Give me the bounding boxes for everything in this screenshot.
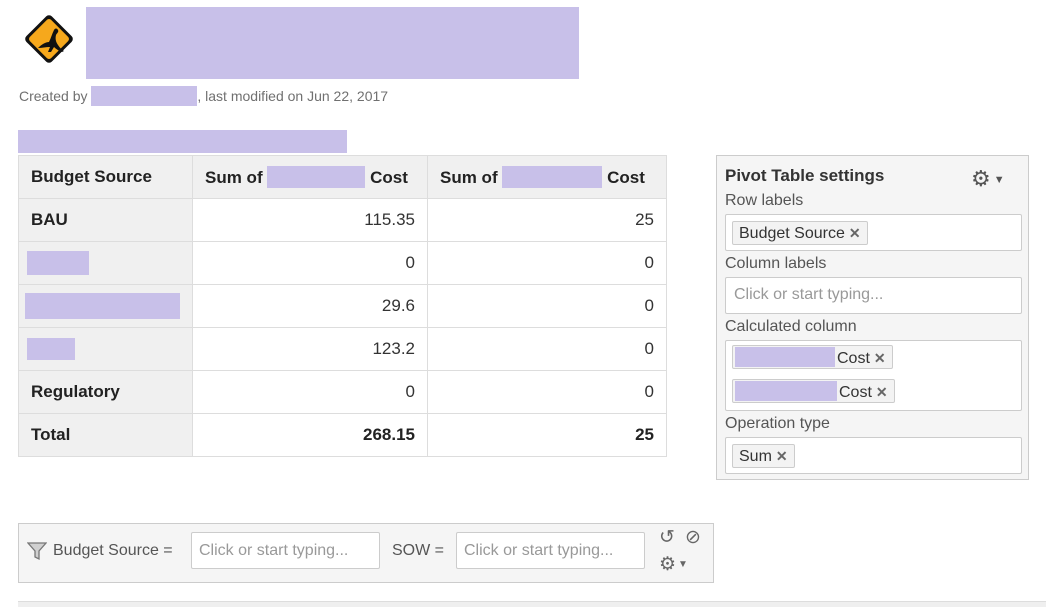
- row-label-redacted: [18, 327, 193, 371]
- header-redacted: [502, 166, 603, 188]
- total-row: Total 268.15 25: [18, 413, 667, 457]
- header-budget-source[interactable]: Budget Source: [18, 155, 193, 199]
- table-row: 123.2 0: [18, 327, 667, 371]
- row-label: BAU: [18, 198, 193, 242]
- chevron-down-icon: ▼: [993, 174, 1005, 186]
- byline: Created by , last modified on Jun 22, 20…: [19, 86, 388, 106]
- table-row: 0 0: [18, 241, 667, 285]
- cell-value: 0: [427, 284, 667, 328]
- header-sum-cost-1[interactable]: Sum of Cost: [192, 155, 428, 199]
- remove-icon[interactable]: ✕: [874, 350, 886, 366]
- header-cost-label: Cost: [370, 168, 408, 187]
- operation-type-label: Operation type: [725, 415, 830, 432]
- settings-title: Pivot Table settings: [725, 166, 885, 185]
- cell-value: 25: [427, 198, 667, 242]
- calculated-chip: Cost ✕: [732, 345, 893, 369]
- cell-value: 0: [427, 327, 667, 371]
- header-redacted: [267, 166, 366, 188]
- table-row: 29.6 0: [18, 284, 667, 328]
- calculated-column-input[interactable]: Cost ✕ Cost ✕: [725, 340, 1022, 411]
- header-sum-cost-2[interactable]: Sum of Cost: [427, 155, 667, 199]
- total-label: Total: [18, 413, 193, 457]
- header-sum-of-label: Sum of: [440, 168, 498, 187]
- cell-value: 29.6: [192, 284, 428, 328]
- calculated-column-label: Calculated column: [725, 318, 857, 335]
- filter-bar: Budget Source = SOW = ↺ ⊘ ⚙▼: [18, 523, 714, 583]
- budget-source-filter-label: Budget Source =: [53, 542, 173, 559]
- chip-label: Cost: [837, 350, 870, 367]
- cell-value: 0: [427, 370, 667, 414]
- operation-type-input[interactable]: Sum ✕: [725, 437, 1022, 474]
- cell-value: 0: [192, 370, 428, 414]
- row-labels-input[interactable]: Budget Source ✕: [725, 214, 1022, 251]
- remove-icon[interactable]: ✕: [849, 225, 861, 241]
- row-label-redacted: [18, 241, 193, 285]
- header-cost-label: Cost: [607, 168, 645, 187]
- row-label: Regulatory: [18, 370, 193, 414]
- chip-label: Cost: [839, 384, 872, 401]
- kangaroo-logo-icon: [25, 15, 73, 63]
- remove-icon[interactable]: ✕: [876, 384, 888, 400]
- row-labels-label: Row labels: [725, 192, 804, 209]
- chip-label: Sum: [739, 448, 772, 465]
- total-value: 25: [427, 413, 667, 457]
- cell-value: 115.35: [192, 198, 428, 242]
- calculated-chip: Cost ✕: [732, 379, 895, 403]
- sow-filter-label: SOW =: [392, 542, 445, 559]
- table-caption-redacted: [18, 130, 347, 153]
- cell-value: 0: [192, 241, 428, 285]
- operation-chip: Sum ✕: [732, 444, 795, 468]
- chip-redacted: [735, 347, 835, 367]
- column-labels-input[interactable]: Click or start typing...: [725, 277, 1022, 314]
- column-labels-label: Column labels: [725, 255, 827, 272]
- chevron-down-icon: ▼: [678, 559, 688, 570]
- next-section-edge: [18, 601, 1046, 607]
- chip-redacted: [735, 381, 837, 401]
- undo-icon[interactable]: ↺: [659, 528, 675, 547]
- cell-value: 123.2: [192, 327, 428, 371]
- clear-filter-icon[interactable]: ⊘: [685, 528, 701, 547]
- row-label-chip: Budget Source ✕: [732, 221, 868, 245]
- column-labels-placeholder: Click or start typing...: [734, 286, 884, 303]
- byline-prefix: Created by: [19, 88, 88, 104]
- table-row: BAU 115.35 25: [18, 198, 667, 242]
- row-label-redacted: [18, 284, 193, 328]
- filter-icon: [27, 542, 47, 561]
- filter-settings-gear-icon[interactable]: ⚙ ▼: [659, 555, 688, 574]
- chip-label: Budget Source: [739, 225, 845, 242]
- header-sum-of-label: Sum of: [205, 168, 263, 187]
- budget-source-filter-input[interactable]: [191, 532, 380, 569]
- sow-filter-input[interactable]: [456, 532, 645, 569]
- pivot-table: Budget Source Sum of Cost Sum of Cost BA…: [18, 155, 667, 457]
- remove-icon[interactable]: ✕: [776, 448, 788, 464]
- pivot-settings-panel: Pivot Table settings ⚙ ▼ Row labels Budge…: [716, 155, 1029, 480]
- settings-gear-icon[interactable]: ⚙ ▼: [971, 168, 1005, 190]
- author-redacted[interactable]: [91, 86, 198, 106]
- total-value: 268.15: [192, 413, 428, 457]
- byline-suffix: , last modified on Jun 22, 2017: [197, 88, 389, 104]
- cell-value: 0: [427, 241, 667, 285]
- header-row: Budget Source Sum of Cost Sum of Cost: [18, 155, 667, 199]
- page-title-redacted: [86, 7, 579, 79]
- table-row: Regulatory 0 0: [18, 370, 667, 414]
